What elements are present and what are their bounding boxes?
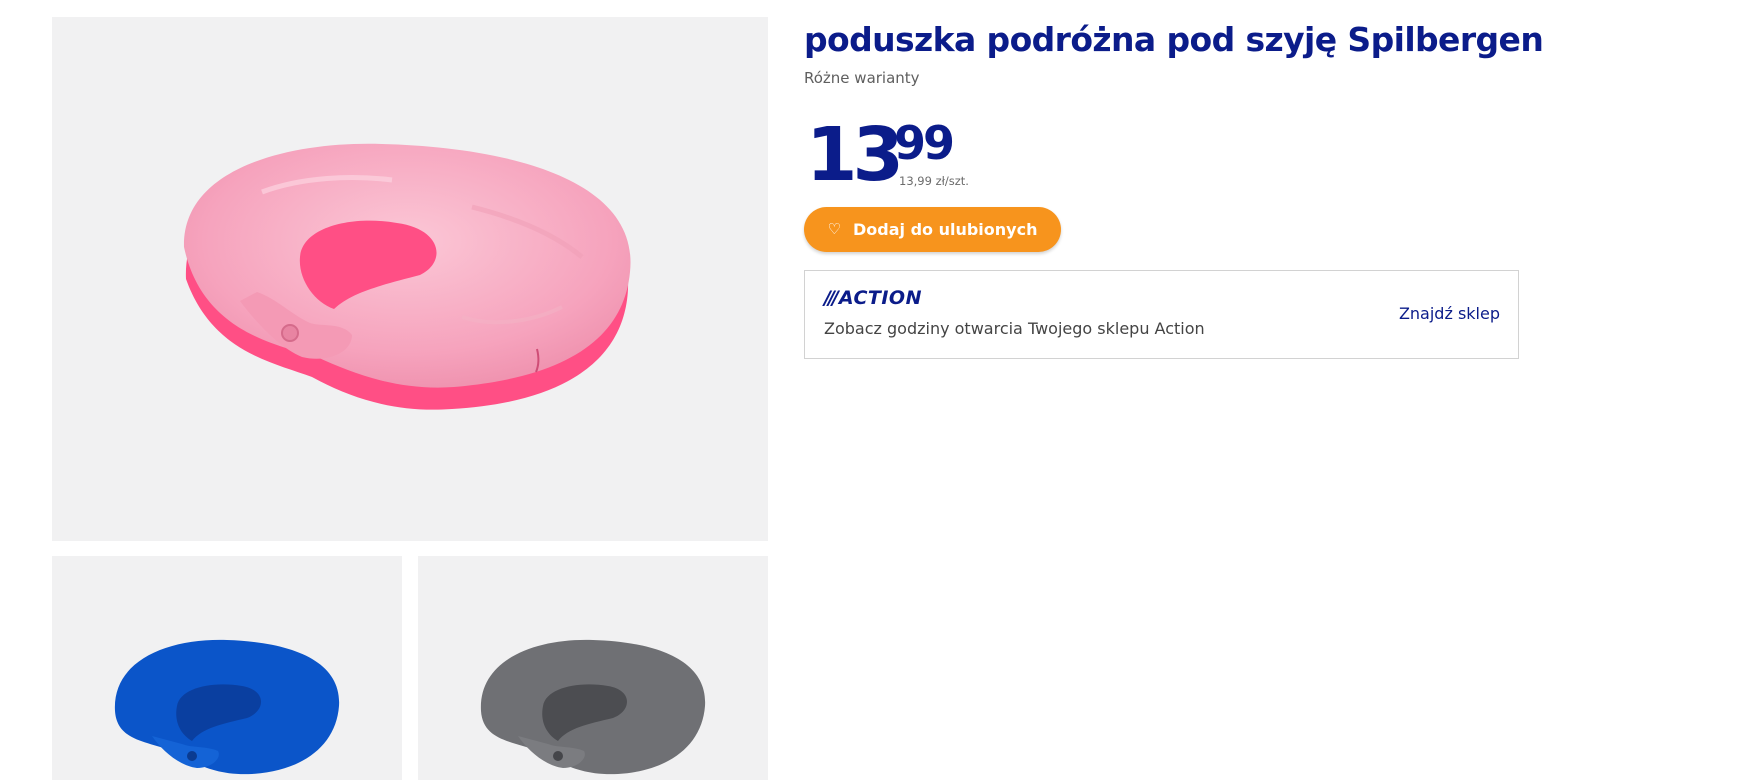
add-to-favorites-label: Dodaj do ulubionych	[852, 220, 1038, 239]
action-logo: ///ACTION	[824, 287, 922, 309]
unit-price: 13,99 zł/szt.	[899, 174, 969, 188]
opening-hours-text: Zobacz godziny otwarcia Twojego sklepu A…	[824, 319, 1205, 338]
price-decimal: 99	[894, 116, 955, 170]
add-to-favorites-button[interactable]: ♡ Dodaj do ulubionych	[804, 207, 1061, 252]
find-store-link[interactable]: Znajdź sklep	[1399, 304, 1500, 323]
blue-neck-pillow-image	[114, 639, 340, 775]
product-title: poduszka podróżna pod szyję Spilbergen	[804, 20, 1544, 59]
store-finder-box: ///ACTION Zobacz godziny otwarcia Twojeg…	[804, 270, 1519, 359]
thumbnail-blue-variant[interactable]	[52, 556, 402, 780]
price-integer: 13	[806, 112, 904, 198]
heart-icon: ♡	[827, 220, 841, 238]
scrollbar[interactable]	[1741, 0, 1755, 780]
grey-neck-pillow-image	[480, 639, 706, 775]
thumbnail-grey-variant[interactable]	[418, 556, 768, 780]
pink-neck-pillow-image	[183, 143, 631, 410]
variants-label: Różne warianty	[804, 69, 920, 87]
main-product-image[interactable]	[52, 17, 768, 541]
product-page: poduszka podróżna pod szyję Spilbergen R…	[0, 0, 1755, 780]
